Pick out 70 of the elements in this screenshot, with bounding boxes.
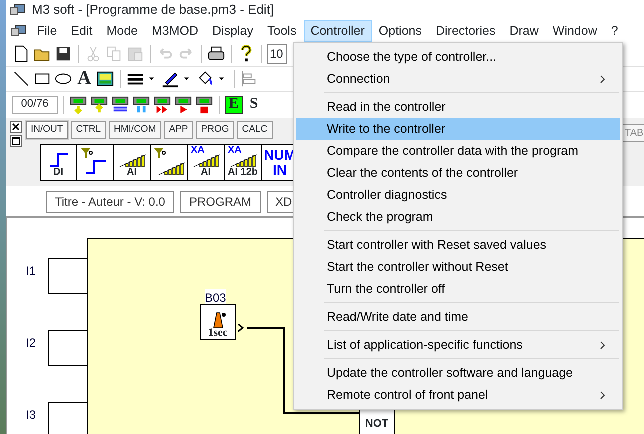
input-terminal[interactable]: [48, 330, 88, 366]
filtered-digital-input-block[interactable]: [77, 144, 114, 181]
text-tool-button[interactable]: A: [75, 69, 94, 89]
menu-item[interactable]: Controller: [304, 20, 372, 42]
input-label: I2: [26, 335, 36, 352]
transfer-tool-icon[interactable]: [90, 94, 109, 114]
menu-item[interactable]: Options: [372, 20, 429, 42]
signal-step-icon: [48, 150, 70, 168]
zoom-field[interactable]: 10: [267, 44, 287, 64]
window-title: M3 soft - [Programme de base.pm3 - Edit]: [32, 1, 274, 20]
menu-item[interactable]: ?: [604, 20, 626, 42]
submenu-chevron-icon: [600, 340, 606, 350]
menu-item[interactable]: M3MOD: [144, 20, 206, 42]
menu-item[interactable]: Draw: [502, 20, 546, 42]
menu-item[interactable]: Clear the contents of the controller: [296, 162, 620, 184]
bar-graph-icon: [153, 146, 185, 176]
menu-item[interactable]: Edit: [64, 20, 100, 42]
transfer-tool-icon[interactable]: [195, 94, 214, 114]
line-tool-icon[interactable]: [12, 69, 31, 89]
document-tab[interactable]: Titre - Auteur - V: 0.0: [46, 191, 174, 213]
analog-input-block[interactable]: XA AI 12b: [225, 144, 262, 181]
transfer-tool-icon[interactable]: [132, 94, 151, 114]
menu-item[interactable]: Tools: [260, 20, 304, 42]
filtered-analog-input-block[interactable]: [151, 144, 188, 181]
input-label: I3: [26, 407, 36, 424]
transfer-tool-icon[interactable]: [111, 94, 130, 114]
app-icon: [10, 3, 26, 17]
menu-item[interactable]: Start controller with Reset saved values: [296, 234, 620, 256]
timer-block[interactable]: 1sec: [200, 304, 236, 340]
input-label: I1: [26, 263, 36, 280]
image-tool-icon[interactable]: [96, 69, 115, 89]
menu-item[interactable]: File: [30, 20, 64, 42]
analog-input-block[interactable]: XA AI: [188, 144, 225, 181]
palette-tab[interactable]: IN/OUT: [26, 121, 68, 139]
menu-item[interactable]: Start the controller without Reset: [296, 256, 620, 278]
mode-button[interactable]: S: [245, 96, 263, 114]
menu-item[interactable]: Write to the controller: [296, 118, 620, 140]
menu-item[interactable]: Update the controller software and language: [296, 362, 620, 384]
menu-item[interactable]: Turn the controller off: [296, 278, 620, 300]
input-terminal[interactable]: [48, 402, 88, 434]
menu-item[interactable]: Connection: [296, 68, 620, 90]
close-icon[interactable]: [10, 121, 22, 133]
analog-input-block[interactable]: AI: [114, 144, 151, 181]
digital-input-block[interactable]: DI: [40, 144, 77, 181]
menu-item[interactable]: Read/Write date and time: [296, 306, 620, 328]
document-tab[interactable]: PROGRAM: [180, 191, 260, 213]
output-pin-icon: [238, 324, 244, 332]
palette-tab[interactable]: CALC: [237, 121, 273, 139]
menu-item[interactable]: Compare the controller data with the program: [296, 140, 620, 162]
palette-tab[interactable]: CTRL: [71, 121, 106, 139]
transfer-tool-icon[interactable]: [174, 94, 193, 114]
menu-item[interactable]: Display: [206, 20, 261, 42]
palette-tab[interactable]: APP: [164, 121, 194, 139]
palette-tab[interactable]: PROG: [196, 121, 234, 139]
palette-tab[interactable]: HMI/COM: [109, 121, 162, 139]
menu-item[interactable]: Choose the type of controller...: [296, 46, 620, 68]
step-counter-field[interactable]: 00/76: [12, 96, 58, 114]
submenu-chevron-icon: [600, 390, 606, 400]
transfer-tool-icon[interactable]: [153, 94, 172, 114]
menu-item[interactable]: Mode: [100, 20, 145, 42]
input-terminal[interactable]: [48, 258, 88, 294]
menu-item[interactable]: Remote control of front panel: [296, 384, 620, 406]
menu-item[interactable]: Window: [546, 20, 604, 42]
restore-icon[interactable]: [10, 135, 22, 147]
menu-item[interactable]: List of application-specific functions: [296, 334, 620, 356]
menu-item[interactable]: Read in the controller: [296, 96, 620, 118]
submenu-chevron-icon: [600, 74, 606, 84]
mode-button[interactable]: E: [225, 96, 243, 114]
menu-item[interactable]: Directories: [428, 20, 503, 42]
transfer-tool-icon[interactable]: [69, 94, 88, 114]
